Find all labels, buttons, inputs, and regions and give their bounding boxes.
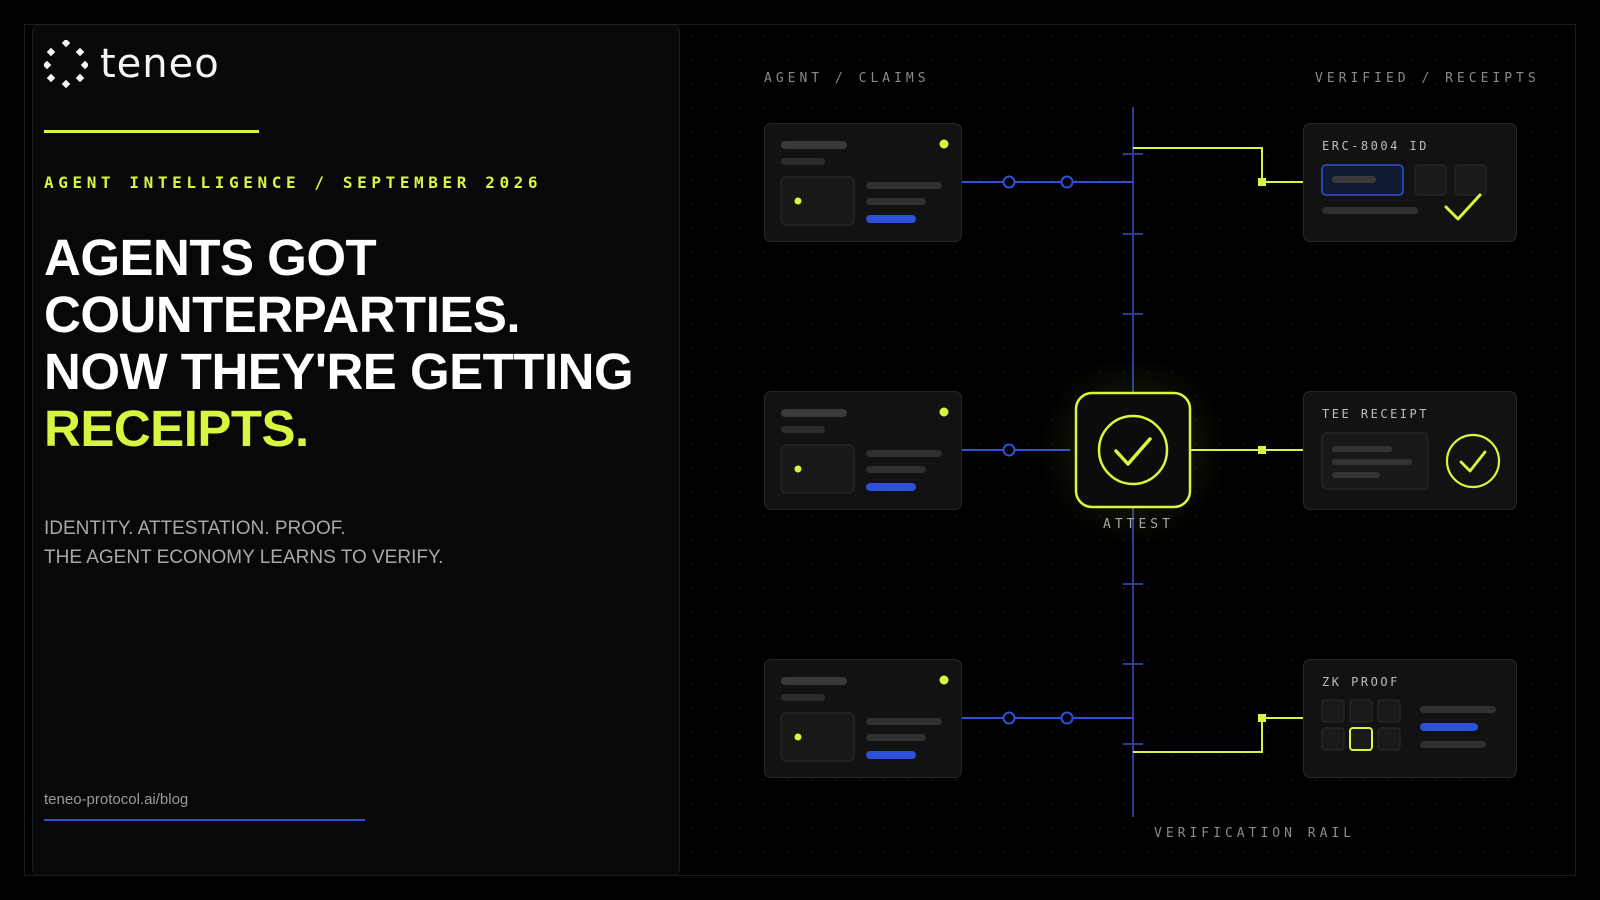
agent-claim-card[interactable]	[764, 659, 962, 778]
agent-claim-card[interactable]	[764, 123, 962, 242]
erc-8004-id-card[interactable]: ERC-8004 ID	[1303, 123, 1517, 242]
headline-highlight: RECEIPTS.	[44, 400, 309, 457]
zk-proof-card[interactable]: ZK PROOF	[1303, 659, 1517, 778]
headline: AGENTS GOT COUNTERPARTIES. NOW THEY'RE G…	[44, 229, 634, 457]
accent-divider	[44, 130, 259, 133]
subheadline: IDENTITY. ATTESTATION. PROOF. THE AGENT …	[44, 514, 443, 572]
teneo-logo-icon	[42, 38, 90, 89]
blog-link[interactable]: teneo-protocol.ai/blog	[44, 791, 188, 808]
agent-claim-card[interactable]	[764, 391, 962, 510]
blog-link-underline	[44, 819, 365, 821]
agent-claims-label: AGENT / CLAIMS	[764, 71, 930, 86]
brand-logo[interactable]: teneo	[42, 38, 220, 89]
verification-diagram: AGENT / CLAIMS VERIFIED / RECEIPTS ATTES…	[680, 24, 1575, 876]
attest-node	[1074, 391, 1192, 509]
attest-label: ATTEST	[1103, 517, 1174, 532]
brand-name: teneo	[100, 41, 220, 87]
subheadline-line-1: IDENTITY. ATTESTATION. PROOF.	[44, 518, 346, 539]
eyebrow-label: AGENT INTELLIGENCE / SEPTEMBER 2026	[44, 173, 543, 192]
headline-line-3: NOW THEY'RE GETTING	[44, 343, 634, 400]
subheadline-line-2: THE AGENT ECONOMY LEARNS TO VERIFY.	[44, 547, 444, 568]
verified-receipts-label: VERIFIED / RECEIPTS	[1315, 71, 1540, 86]
tee-receipt-card[interactable]: TEE RECEIPT	[1303, 391, 1517, 510]
headline-line-2: COUNTERPARTIES.	[44, 286, 521, 343]
verification-rail-label: VERIFICATION RAIL	[1154, 826, 1356, 841]
headline-line-1: AGENTS GOT	[44, 229, 377, 286]
